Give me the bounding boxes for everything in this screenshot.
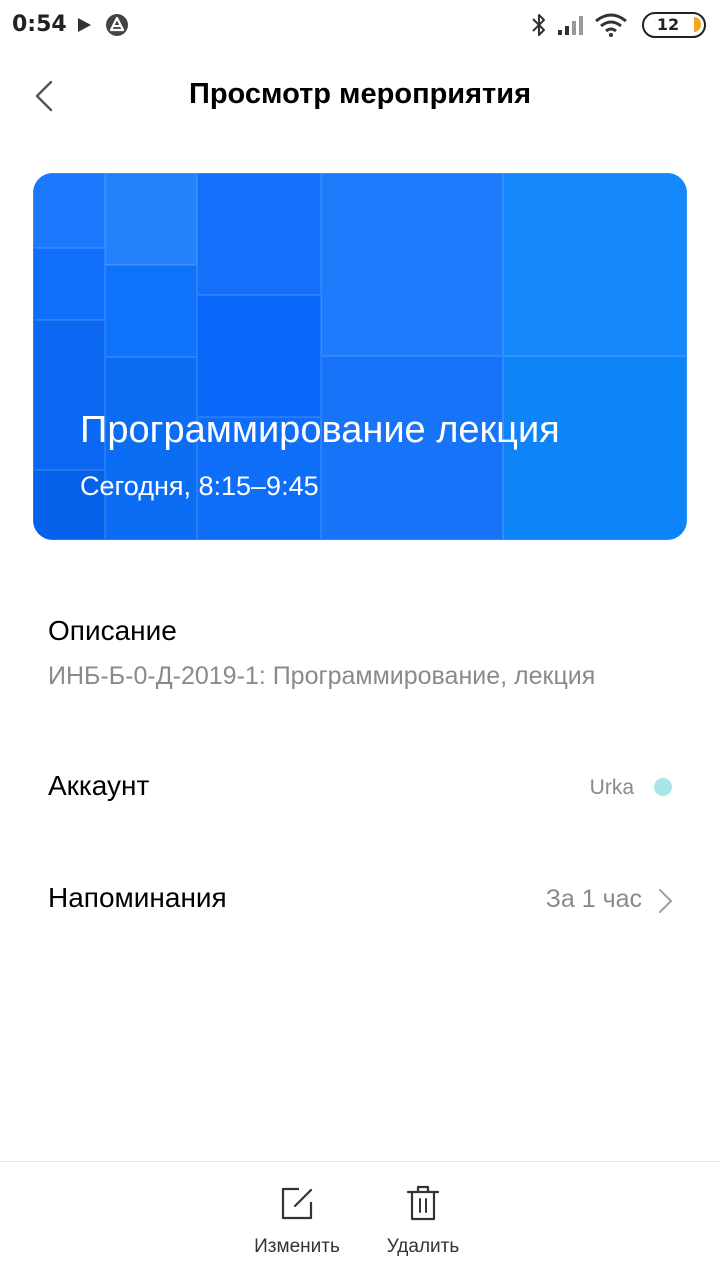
battery-level: 12 [656,15,680,34]
reminders-value: За 1 час [545,885,642,913]
card-background-tile [197,295,321,417]
card-background-tile [33,248,105,320]
edit-label: Изменить [254,1236,340,1257]
bluetooth-icon [532,14,545,36]
card-background-tile [105,265,197,357]
app-notification-icon [106,14,128,36]
card-background-tile [33,173,105,248]
card-background-tile [321,173,503,356]
page-title: Просмотр мероприятия [189,78,531,110]
bottom-divider [0,1161,720,1162]
status-bar: 0:54 12 [0,0,720,50]
reminders-label: Напоминания [48,882,227,913]
play-icon [78,18,91,32]
event-title: Программирование лекция [80,409,560,451]
card-background-tile [197,173,321,295]
chevron-right-icon [659,889,672,913]
signal-icon [558,16,583,35]
trash-icon [406,1185,440,1221]
delete-button[interactable]: Удалить [363,1180,483,1270]
wifi-icon [595,13,627,37]
status-time: 0:54 [12,12,67,37]
card-background-tile [503,173,687,356]
account-color-dot [654,778,672,796]
description-value: ИНБ-Б-0-Д-2019-1: Программирование, лекц… [48,662,596,690]
battery-fill [694,17,701,32]
edit-button[interactable]: Изменить [237,1180,357,1270]
reminders-row[interactable]: Напоминания За 1 час [0,870,720,930]
battery-icon: 12 [642,12,706,38]
account-label: Аккаунт [48,770,150,801]
account-row: Аккаунт Urka [0,758,720,818]
card-background-tile [105,173,197,265]
delete-label: Удалить [386,1236,460,1257]
account-value: Urka [589,776,634,799]
event-time: Сегодня, 8:15–9:45 [80,471,319,501]
edit-icon [281,1187,313,1220]
event-card: Программирование лекция Сегодня, 8:15–9:… [33,173,687,540]
description-label: Описание [48,615,177,646]
